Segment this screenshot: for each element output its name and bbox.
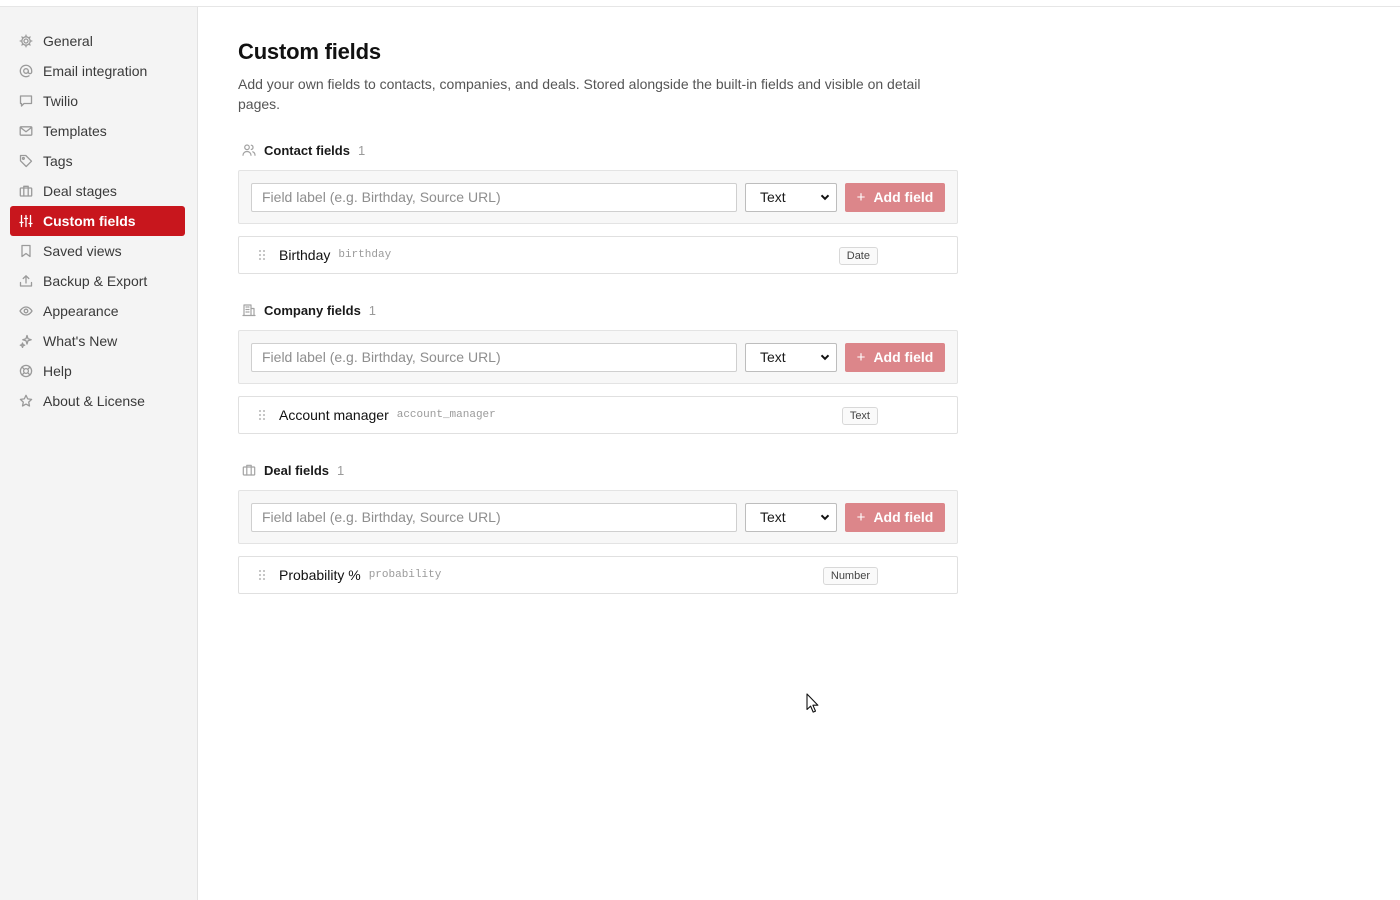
custom-fields-panel: Custom fields Add your own fields to con… [238,7,958,594]
field-type-select[interactable]: Text [745,342,837,372]
sidebar-item-whats-new[interactable]: What's New [10,326,185,356]
field-type-select[interactable]: Text [745,182,837,212]
users-icon [242,143,256,157]
sidebar-item-label: Backup & Export [43,273,148,289]
sidebar-item-label: Email integration [43,63,148,79]
section-header: Company fields 1 [238,300,958,320]
sidebar-item-email-integration[interactable]: Email integration [10,56,185,86]
sliders-icon [19,214,33,228]
sidebar-item-backup-export[interactable]: Backup & Export [10,266,185,296]
lifebuoy-icon [19,364,33,378]
building-icon [242,303,256,317]
mouse-cursor-icon [806,693,819,713]
sidebar-item-label: General [43,33,93,49]
top-bar [0,0,1400,7]
section-header: Contact fields 1 [238,140,958,160]
sidebar-item-label: Tags [43,153,73,169]
add-field-form: Text + Add field [238,170,958,224]
sidebar-item-templates[interactable]: Templates [10,116,185,146]
section-title: Contact fields [264,142,350,158]
add-field-label: Add field [873,509,934,525]
drag-handle-icon[interactable] [257,408,267,422]
field-key: birthday [338,249,392,261]
plus-icon: + [856,188,866,206]
sidebar-item-label: About & License [43,393,145,409]
section-count: 1 [357,142,366,158]
page-title: Custom fields [238,39,381,64]
add-field-label: Add field [873,349,934,365]
chevron-down-icon [814,343,836,372]
field-type-badge: Date [838,247,878,265]
field-row[interactable]: Probability % probability Number [238,556,958,594]
briefcase-icon [19,184,33,198]
section-header: Deal fields 1 [238,460,958,480]
star-icon [19,394,33,408]
chat-bubble-icon [19,94,33,108]
field-name: Probability % [279,567,361,583]
plus-icon: + [856,508,866,526]
deal-fields-section: Deal fields 1 Text + Add field Probabilit… [238,460,958,594]
eye-icon [19,304,33,318]
sidebar-item-saved-views[interactable]: Saved views [10,236,185,266]
sidebar-item-label: Saved views [43,243,122,259]
sidebar-item-label: Custom fields [43,213,136,229]
bookmark-icon [19,244,33,258]
field-type-badge: Number [822,567,878,585]
sidebar-item-label: Help [43,363,72,379]
add-field-button[interactable]: + Add field [845,342,945,372]
upload-icon [19,274,33,288]
sidebar-item-help[interactable]: Help [10,356,185,386]
field-row[interactable]: Birthday birthday Date [238,236,958,274]
field-label-input[interactable] [251,502,737,532]
add-field-form: Text + Add field [238,490,958,544]
sparkle-icon [19,334,33,348]
sidebar-item-custom-fields[interactable]: Custom fields [10,206,185,236]
company-fields-section: Company fields 1 Text + Add field Account… [238,300,958,434]
plus-icon: + [856,348,866,366]
add-field-button[interactable]: + Add field [845,502,945,532]
settings-sidebar: General Email integration Twilio Templat… [0,7,198,900]
field-type-value: Text [760,349,786,365]
field-name: Birthday [279,247,331,263]
sidebar-item-label: What's New [43,333,118,349]
gear-icon [19,34,33,48]
sidebar-item-label: Templates [43,123,107,139]
section-count: 1 [337,462,345,478]
section-title: Deal fields [264,462,330,478]
field-key: probability [368,569,442,581]
field-key: account_manager [396,409,496,421]
chevron-down-icon [814,183,836,212]
sidebar-item-general[interactable]: General [10,26,185,56]
drag-handle-icon[interactable] [257,568,267,582]
field-row[interactable]: Account manager account_manager Text [238,396,958,434]
briefcase-icon [242,463,256,477]
field-label-input[interactable] [251,342,737,372]
add-field-button[interactable]: + Add field [845,182,945,212]
field-type-select[interactable]: Text [745,502,837,532]
field-label-input[interactable] [251,182,737,212]
drag-handle-icon[interactable] [257,248,267,262]
add-field-form: Text + Add field [238,330,958,384]
sidebar-item-twilio[interactable]: Twilio [10,86,185,116]
sidebar-item-label: Deal stages [43,183,117,199]
field-type-value: Text [760,189,786,205]
field-type-badge: Text [841,407,878,425]
section-title: Company fields [264,302,361,318]
field-name: Account manager [279,407,389,423]
at-sign-icon [19,64,33,78]
sidebar-item-label: Appearance [43,303,119,319]
sidebar-item-deal-stages[interactable]: Deal stages [10,176,185,206]
field-type-value: Text [760,509,786,525]
sidebar-item-tags[interactable]: Tags [10,146,185,176]
envelope-icon [19,124,33,138]
chevron-down-icon [814,503,836,532]
section-count: 1 [368,302,377,318]
tag-icon [19,154,33,168]
sidebar-item-appearance[interactable]: Appearance [10,296,185,326]
add-field-label: Add field [873,189,934,205]
contact-fields-section: Contact fields 1 Text + Add field Birthda… [238,140,958,274]
sidebar-item-label: Twilio [43,93,79,109]
page-description: Add your own fields to contacts, compani… [238,76,921,112]
sidebar-item-about-license[interactable]: About & License [10,386,185,416]
